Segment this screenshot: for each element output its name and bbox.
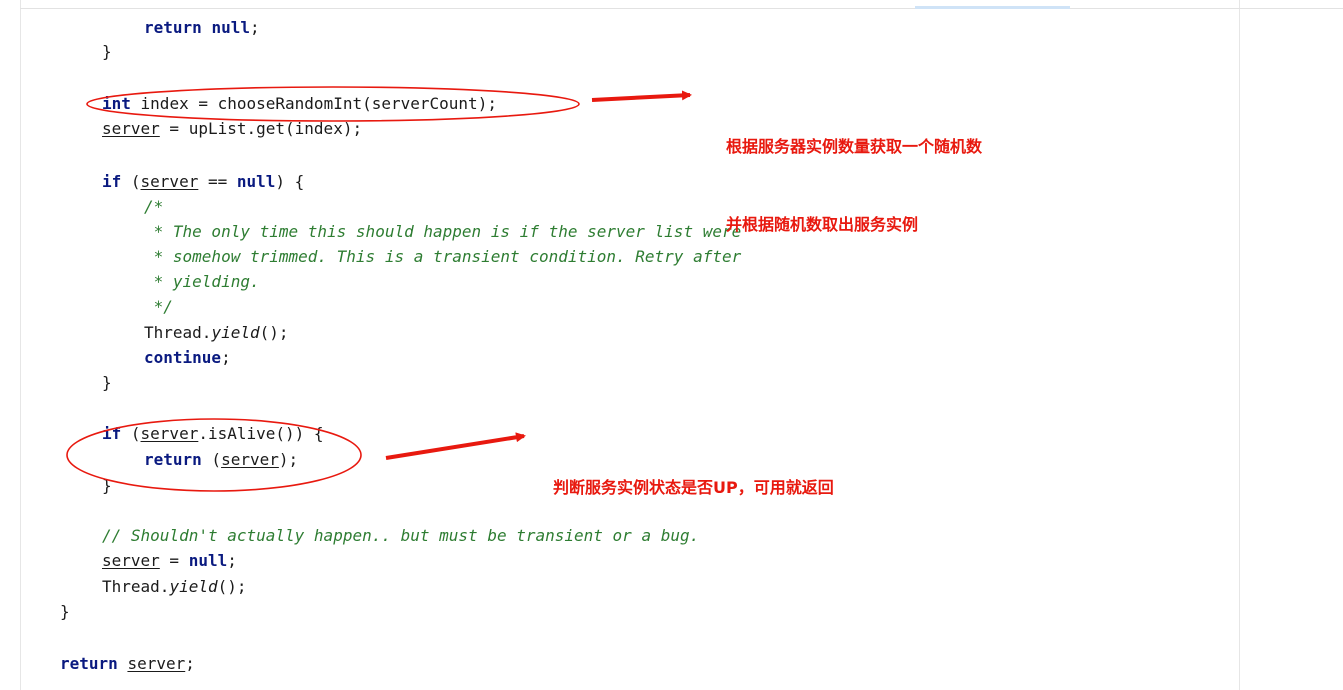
annotation-note-random: 根据服务器实例数量获取一个随机数 并根据随机数取出服务实例 (726, 137, 983, 234)
annotation-overlay (66, 86, 692, 492)
highlight-ellipse (66, 418, 362, 492)
highlight-ellipse (86, 86, 580, 122)
annotation-note-isalive: 判断服务实例状态是否UP，可用就返回 (553, 478, 834, 497)
annotation-arrow (385, 432, 526, 460)
annotation-arrow (591, 90, 692, 102)
